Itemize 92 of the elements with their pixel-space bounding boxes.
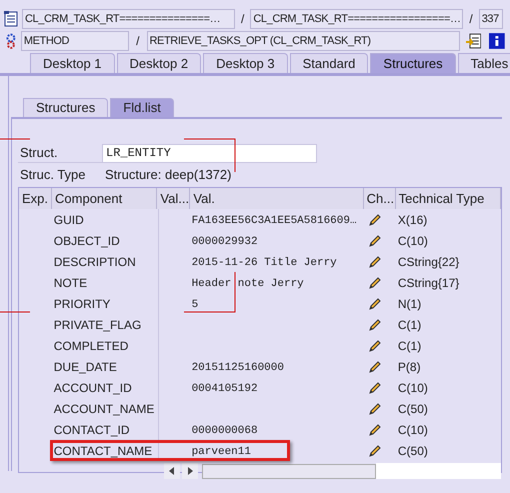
table-cell: 20151125160000	[192, 362, 284, 374]
table-cell-text: C(1)	[396, 338, 422, 354]
table-cell-text: CString{17}	[396, 274, 460, 292]
table-row[interactable]: PRIVATE_FLAG C(1)	[19, 314, 501, 335]
export-icon[interactable]	[466, 33, 482, 49]
column-header[interactable]: Technical Type	[396, 188, 501, 209]
pencil-icon[interactable]	[368, 318, 382, 332]
table-cell-text: NOTE	[52, 274, 88, 292]
include-field[interactable]: CL_CRM_TASK_RT=================…	[250, 9, 464, 29]
table-cell-text: N(1)	[396, 296, 422, 312]
method-field[interactable]: RETRIEVE_TASKS_OPT (CL_CRM_TASK_RT)	[146, 31, 460, 51]
pencil-icon[interactable]	[368, 402, 382, 416]
tab[interactable]: Desktop 2	[116, 53, 202, 73]
table-cell-text: GUID	[52, 212, 85, 228]
pencil-icon[interactable]	[368, 234, 382, 248]
table-row[interactable]: PRIORITY 5 N(1)	[19, 293, 501, 314]
table-cell-text: C(10)	[396, 422, 429, 438]
table-cell-text: ACCOUNT_ID	[52, 380, 133, 396]
table-cell-text: DUE_DATE	[52, 358, 118, 376]
table-cell-text: X(16)	[396, 212, 428, 228]
table-cell-text: C(50)	[396, 400, 429, 418]
struct-field[interactable]: LR_ENTITY	[102, 144, 317, 162]
table-row[interactable]: OBJECT_ID 0000029932 C(10)	[19, 230, 501, 251]
leader-line	[0, 311, 30, 313]
table-row[interactable]: ACCOUNT_ID 0004105192 C(10)	[19, 377, 501, 398]
info-icon[interactable]	[489, 33, 506, 49]
tab[interactable]: Desktop 1	[30, 53, 115, 73]
table-cell: parveen11	[192, 446, 251, 458]
table-cell-text: PRIORITY	[52, 296, 112, 312]
type-field[interactable]: METHOD	[20, 31, 130, 51]
column-header[interactable]: Exp.	[19, 188, 52, 209]
table-cell: FA163EE56C3A1EE5A5816609…	[192, 214, 357, 227]
pencil-icon[interactable]	[368, 276, 382, 290]
separator: /	[135, 33, 140, 50]
pencil-icon[interactable]	[368, 254, 382, 268]
struct-type-value: Structure: deep(1372)	[104, 166, 232, 184]
pencil-icon[interactable]	[368, 360, 382, 374]
table-cell-text: C(10)	[396, 232, 429, 250]
leader-line	[0, 138, 30, 140]
separator: /	[240, 11, 246, 28]
table-row[interactable]: CONTACT_NAME parveen11 C(50)	[19, 440, 501, 461]
table-cell-text: CONTACT_ID	[52, 422, 131, 438]
table-cell-text: OBJECT_ID	[52, 232, 121, 250]
tab[interactable]: Structures	[23, 98, 108, 117]
table-cell-text: CONTACT_NAME	[52, 442, 154, 460]
table-cell-text: COMPLETED	[52, 338, 130, 354]
table-cell: Header note Jerry	[192, 278, 304, 290]
scroll-right-icon[interactable]	[182, 463, 198, 479]
table-row[interactable]: GUID FA163EE56C3A1EE5A5816609… X(16)	[19, 209, 501, 230]
table-cell: 5	[192, 298, 198, 311]
table-cell: 0004105192	[192, 382, 258, 395]
document-icon	[4, 11, 18, 27]
pencil-icon[interactable]	[368, 296, 382, 310]
table-row[interactable]: DESCRIPTION 2015-11-26 Title Jerry CString{22}	[19, 251, 501, 272]
field-label: Struc. Type	[19, 166, 87, 184]
leader-line	[184, 272, 237, 313]
table-row[interactable]: CONTACT_ID 0000000068 C(10)	[19, 419, 501, 440]
scroll-left-icon[interactable]	[164, 463, 180, 479]
table-cell-text: C(1)	[396, 316, 422, 334]
table-row[interactable]: ACCOUNT_NAME C(50)	[19, 398, 501, 419]
line-field[interactable]: 337	[478, 9, 503, 29]
column-header[interactable]: Ch...	[364, 188, 396, 209]
separator: /	[468, 11, 474, 28]
column-header[interactable]: Val.	[190, 188, 364, 209]
table-cell-text: C(50)	[396, 442, 429, 460]
pencil-icon[interactable]	[368, 444, 382, 458]
tab[interactable]: Standard	[290, 53, 368, 73]
pencil-icon[interactable]	[368, 338, 382, 352]
tab[interactable]: Structures	[370, 53, 456, 73]
pencil-icon[interactable]	[368, 422, 382, 436]
column-header[interactable]: Val...	[157, 188, 190, 209]
table-cell-text: C(10)	[396, 380, 429, 396]
table-row[interactable]: DUE_DATE 20151125160000 P(8)	[19, 356, 501, 377]
table-cell-text: DESCRIPTION	[52, 254, 137, 270]
table-cell-text: PRIVATE_FLAG	[52, 316, 142, 334]
table-cell: 2015-11-26 Title Jerry	[192, 256, 337, 269]
table-row[interactable]: COMPLETED C(1)	[19, 335, 501, 356]
table-cell: 0000029932	[192, 236, 258, 248]
tab[interactable]: Desktop 3	[203, 53, 288, 73]
scrollbar-thumb[interactable]	[202, 464, 376, 478]
pencil-icon[interactable]	[368, 212, 382, 226]
pencil-icon[interactable]	[368, 380, 382, 394]
class-field[interactable]: CL_CRM_TASK_RT===============…	[22, 9, 235, 29]
table-cell-text: CString{22}	[396, 254, 460, 270]
gear-icon	[5, 33, 17, 49]
column-header[interactable]: Component	[52, 188, 158, 209]
table-row[interactable]: NOTE Header note Jerry CString{17}	[19, 272, 501, 293]
table-cell-text: P(8)	[396, 358, 422, 376]
table-cell: 0000000068	[192, 424, 258, 437]
tab[interactable]: Tables	[458, 53, 510, 73]
table-cell-text: ACCOUNT_NAME	[52, 400, 156, 418]
tab[interactable]: Fld.list	[110, 98, 174, 117]
